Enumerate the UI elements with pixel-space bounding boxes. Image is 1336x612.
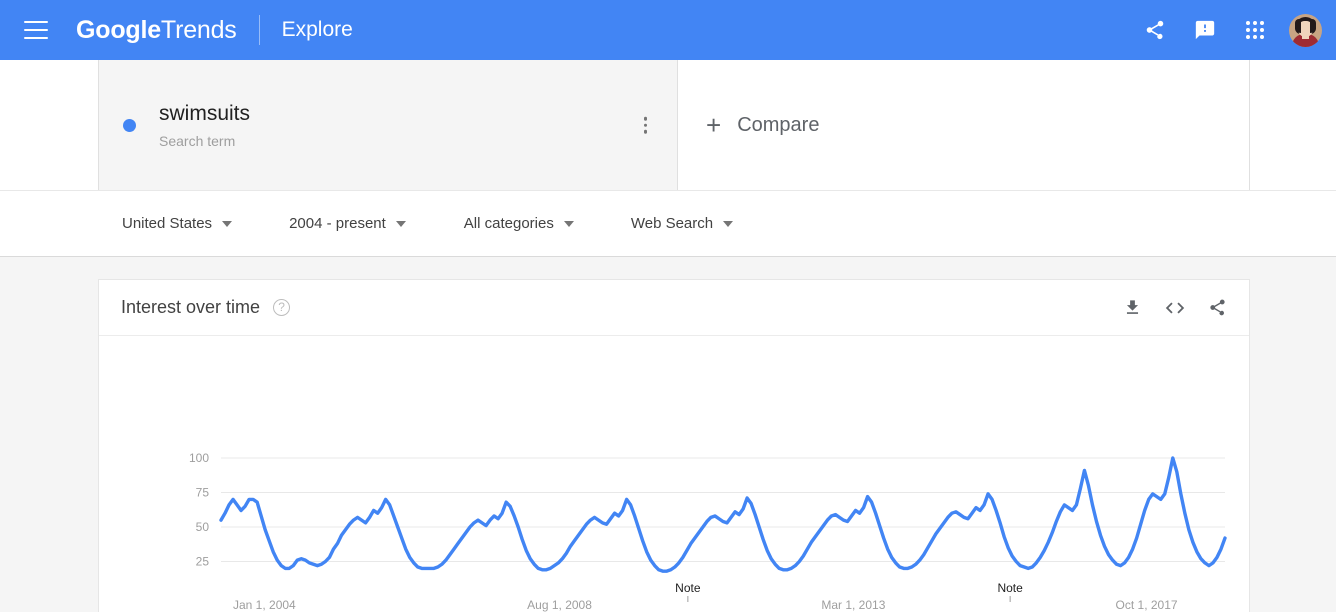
chevron-down-icon bbox=[395, 220, 406, 227]
feedback-button[interactable] bbox=[1180, 5, 1230, 55]
search-terms-row: swimsuits Search term + Compare bbox=[0, 60, 1336, 190]
explore-link[interactable]: Explore bbox=[282, 18, 353, 42]
header-divider bbox=[258, 15, 260, 45]
avatar[interactable] bbox=[1289, 13, 1322, 47]
filter-search-type-label: Web Search bbox=[630, 215, 714, 232]
more-vert-icon[interactable] bbox=[638, 111, 654, 140]
filter-time-range-label: 2004 - present bbox=[289, 215, 386, 232]
plus-icon: + bbox=[706, 110, 722, 140]
page-title: Interest over time bbox=[121, 297, 261, 317]
y-axis-tick-label: 75 bbox=[196, 486, 210, 500]
share-button[interactable] bbox=[1130, 5, 1180, 55]
avatar-hair-left bbox=[1295, 18, 1301, 33]
filter-bar: United States 2004 - present All categor… bbox=[0, 190, 1336, 257]
download-icon bbox=[1126, 300, 1139, 314]
y-axis-tick-label: 25 bbox=[196, 555, 210, 569]
share-chart-button[interactable] bbox=[1208, 298, 1227, 317]
brand-trends-text: Trends bbox=[160, 15, 237, 44]
x-axis-tick-label: Aug 1, 2008 bbox=[527, 598, 592, 612]
hamburger-menu-icon[interactable] bbox=[24, 21, 48, 39]
chart-note-annotation[interactable]: Note bbox=[997, 581, 1023, 595]
search-term-subtitle: Search term bbox=[159, 133, 236, 149]
embed-code-icon bbox=[1165, 302, 1185, 313]
apps-button[interactable] bbox=[1230, 5, 1280, 55]
trend-line-chart: 25 50 75 100 Jan 1, 2004 Aug 1, 2008 Mar 1, 20… bbox=[189, 451, 1227, 612]
trend-line-series bbox=[219, 456, 1227, 573]
x-axis-tick-label: Jan 1, 2004 bbox=[233, 598, 296, 612]
filter-category-label: All categories bbox=[463, 215, 554, 232]
card-actions bbox=[1123, 297, 1227, 319]
download-button[interactable] bbox=[1123, 298, 1142, 317]
x-axis-tick-label: Oct 1, 2017 bbox=[1116, 598, 1178, 612]
filter-category[interactable]: All categories bbox=[464, 215, 574, 232]
card-header: Interest over time ? bbox=[99, 280, 1249, 336]
chart-note-annotation[interactable]: Note bbox=[675, 581, 701, 595]
filter-location-label: United States bbox=[122, 215, 213, 232]
filter-search-type[interactable]: Web Search bbox=[630, 215, 734, 232]
compare-button[interactable]: + Compare bbox=[678, 60, 1249, 190]
share-icon bbox=[1146, 20, 1164, 40]
filter-location[interactable]: United States bbox=[122, 215, 233, 232]
interest-over-time-card: Interest over time ? 25 50 75 100 Jan 1, 200… bbox=[98, 279, 1250, 612]
embed-button[interactable] bbox=[1164, 297, 1186, 319]
compare-label: Compare bbox=[737, 113, 820, 136]
y-axis-tick-label: 50 bbox=[196, 520, 210, 534]
interest-over-time-chart[interactable]: 25 50 75 100 Jan 1, 2004 Aug 1, 2008 Mar 1, 20… bbox=[99, 336, 1249, 612]
apps-grid-icon bbox=[1246, 21, 1264, 39]
series-color-dot bbox=[123, 118, 136, 132]
app-header: GoogleTrends Explore bbox=[0, 0, 1336, 60]
header-actions bbox=[1130, 5, 1322, 55]
filter-time-range[interactable]: 2004 - present bbox=[289, 215, 406, 232]
feedback-icon bbox=[1195, 20, 1215, 40]
x-axis-tick-label: Mar 1, 2013 bbox=[821, 598, 885, 612]
search-term-card[interactable]: swimsuits Search term bbox=[99, 60, 678, 190]
help-circle-icon[interactable]: ? bbox=[273, 299, 291, 316]
share-icon bbox=[1210, 299, 1225, 316]
chevron-down-icon bbox=[222, 220, 233, 227]
brand-google-text: Google bbox=[76, 15, 161, 44]
search-term-title: swimsuits bbox=[159, 102, 251, 125]
brand-logo[interactable]: GoogleTrends bbox=[76, 16, 237, 45]
chevron-down-icon bbox=[723, 220, 734, 227]
y-axis-tick-label: 100 bbox=[189, 451, 209, 465]
chevron-down-icon bbox=[563, 220, 574, 227]
